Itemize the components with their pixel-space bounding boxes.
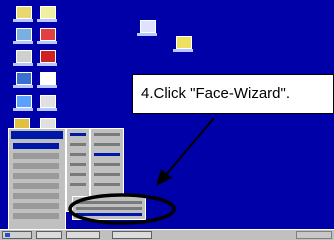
start-menu-banner — [11, 131, 63, 139]
instruction-callout: 4.Click "Face-Wizard". — [132, 74, 334, 114]
submenu-item[interactable] — [94, 183, 120, 186]
system-tray[interactable] — [296, 231, 332, 239]
submenu-item[interactable] — [70, 163, 86, 166]
submenu-item[interactable] — [94, 153, 120, 156]
desktop-shortcut-icon — [40, 72, 56, 85]
submenu-item[interactable] — [70, 153, 86, 156]
submenu-item[interactable] — [94, 173, 120, 176]
start-menu-item[interactable] — [13, 143, 59, 149]
outlook-icon — [16, 95, 32, 108]
face-wizard-submenu — [72, 196, 146, 220]
recycle-bin-icon — [16, 50, 32, 63]
callout-text: 4.Click "Face-Wizard". — [141, 85, 291, 102]
submenu-item[interactable] — [70, 133, 86, 136]
submenu-item[interactable] — [94, 133, 120, 136]
submenu-item[interactable] — [94, 143, 120, 146]
taskbar-button[interactable] — [112, 231, 152, 239]
desktop-shortcut-icon — [140, 20, 156, 33]
desktop-shortcut-icon — [176, 36, 192, 49]
submenu-item[interactable] — [94, 163, 120, 166]
desktop-shortcut-icon — [40, 6, 56, 19]
taskbar-button[interactable] — [66, 231, 100, 239]
internet-icon — [16, 72, 32, 85]
submenu-item[interactable] — [70, 173, 86, 176]
desktop-shortcut-icon — [40, 28, 56, 41]
start-button[interactable] — [2, 231, 32, 239]
start-menu-item[interactable] — [13, 173, 59, 179]
my-computer-icon — [16, 6, 32, 19]
windows-start-icon — [5, 233, 10, 237]
start-menu-item[interactable] — [13, 163, 59, 169]
start-menu-item[interactable] — [13, 153, 59, 159]
applications-submenu — [90, 128, 124, 202]
start-menu-item[interactable] — [13, 203, 59, 209]
start-menu-item[interactable] — [13, 213, 59, 219]
submenu-item[interactable] — [76, 207, 142, 210]
desktop-shortcut-icon — [40, 95, 56, 108]
network-icon — [16, 28, 32, 41]
desktop-screenshot — [0, 0, 334, 240]
submenu-item[interactable] — [70, 183, 86, 186]
start-menu-item[interactable] — [13, 183, 59, 189]
face-wizard-menu-item[interactable] — [76, 213, 142, 216]
start-menu-item[interactable] — [13, 193, 59, 199]
submenu-item[interactable] — [76, 201, 142, 204]
start-menu — [8, 128, 66, 230]
quick-launch[interactable] — [36, 231, 62, 239]
desktop-shortcut-icon — [40, 50, 56, 63]
submenu-item[interactable] — [70, 143, 86, 146]
taskbar — [0, 229, 334, 240]
